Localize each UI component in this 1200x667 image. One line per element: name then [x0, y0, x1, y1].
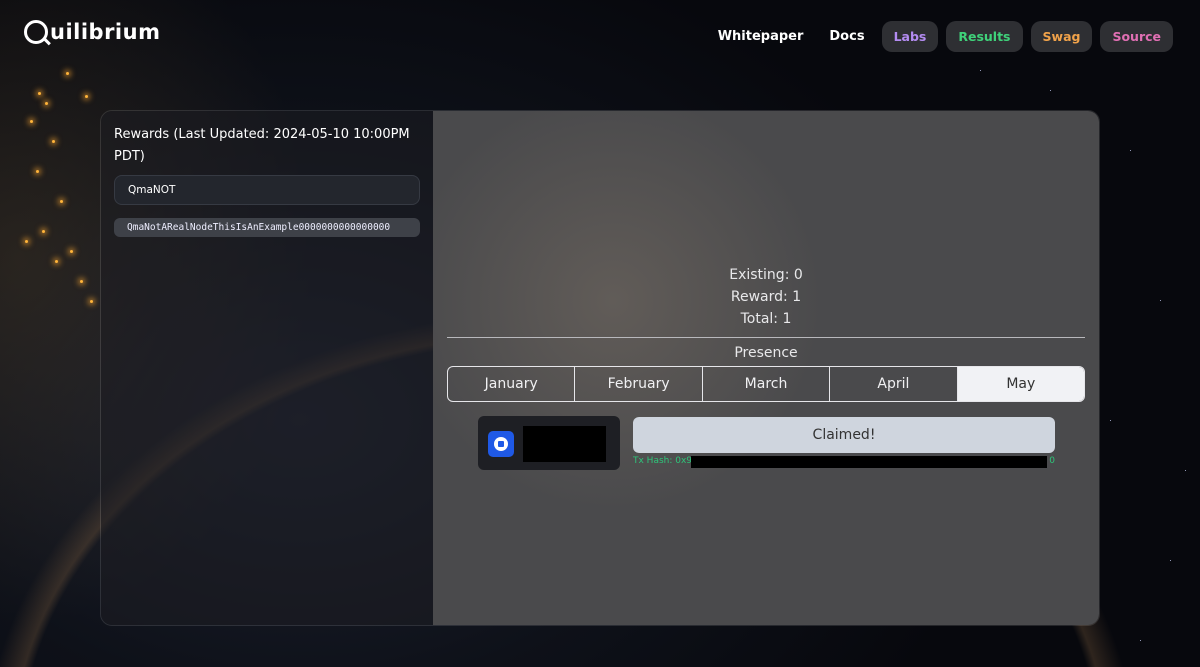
rewards-panel: Rewards (Last Updated: 2024-05-10 10:00P…	[100, 110, 1100, 626]
nav-pill-labs[interactable]: Labs	[881, 21, 939, 52]
nav-pill-results[interactable]: Results	[946, 21, 1023, 52]
wallet-button[interactable]	[478, 416, 620, 470]
nav-link-whitepaper[interactable]: Whitepaper	[709, 29, 813, 44]
rewards-sidebar: Rewards (Last Updated: 2024-05-10 10:00P…	[101, 111, 433, 625]
stat-reward: Reward: 1	[730, 289, 802, 305]
presence-label: Presence	[734, 345, 798, 361]
month-tabs: January February March April May	[447, 366, 1085, 402]
reward-details: Existing: 0 Reward: 1 Total: 1 Presence …	[433, 111, 1099, 625]
brand-name: uilibrium	[50, 20, 161, 44]
nav-pill-swag[interactable]: Swag	[1030, 21, 1093, 52]
tx-hash-suffix: 0	[1049, 456, 1055, 466]
node-id-chip[interactable]: QmaNotARealNodeThisIsAnExample0000000000…	[114, 218, 420, 237]
redacted-tx-hash	[691, 456, 1047, 468]
brand-logo[interactable]: uilibrium	[24, 20, 160, 44]
address-search-input[interactable]: QmaNOT	[114, 175, 420, 205]
tab-march[interactable]: March	[703, 367, 831, 401]
tx-hash: Tx Hash: 0x9 0	[633, 456, 1055, 468]
nav-link-docs[interactable]: Docs	[820, 29, 873, 44]
tx-hash-prefix: Tx Hash: 0x9	[633, 456, 693, 466]
rewards-title: Rewards (Last Updated: 2024-05-10 10:00P…	[114, 127, 410, 164]
divider	[447, 337, 1085, 338]
stat-total: Total: 1	[740, 311, 792, 327]
stat-existing: Existing: 0	[729, 267, 803, 283]
reward-stats: Existing: 0 Reward: 1 Total: 1	[433, 264, 1099, 330]
redacted-wallet-address	[523, 426, 606, 462]
tab-january[interactable]: January	[448, 367, 576, 401]
tab-april[interactable]: April	[830, 367, 958, 401]
top-nav: Whitepaper Docs Labs Results Swag Source	[709, 21, 1173, 52]
nav-pill-source[interactable]: Source	[1100, 21, 1173, 52]
quilibrium-q-icon	[24, 20, 48, 44]
tab-may[interactable]: May	[957, 367, 1084, 401]
claimed-button[interactable]: Claimed!	[633, 417, 1055, 453]
tab-february[interactable]: February	[575, 367, 703, 401]
coinbase-wallet-icon	[488, 431, 514, 457]
